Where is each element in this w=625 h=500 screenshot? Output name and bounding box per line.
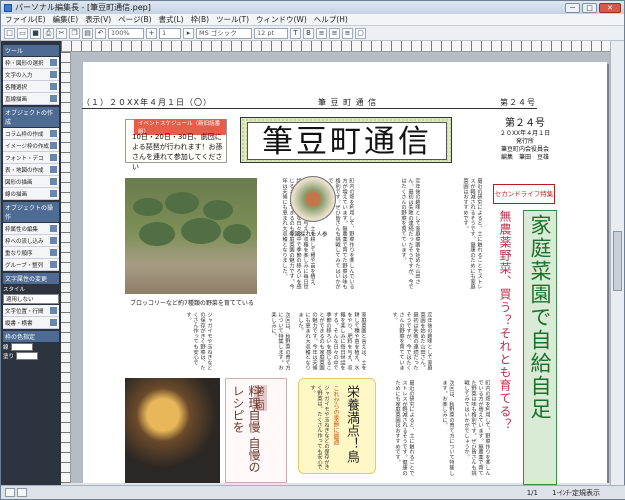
tool-panel: ツール 枠・図形の選択 文字の入力 各種選択 直線描画 オブジェクトの作成 コラ… — [1, 41, 61, 487]
line-icon — [50, 95, 57, 102]
menu-format[interactable]: 書式(L) — [159, 14, 184, 25]
panel-item-line-draw[interactable]: 直線描画 — [3, 93, 59, 105]
menu-window[interactable]: ウィンドウ(W) — [256, 14, 307, 25]
open-folder-icon[interactable]: ▭ — [17, 27, 28, 39]
paste-icon[interactable]: ▤ — [82, 27, 93, 39]
vertical-text-icon — [50, 319, 57, 326]
text-icon — [50, 71, 57, 78]
close-button[interactable]: ✕ — [599, 2, 621, 13]
line-color-swatch — [10, 343, 33, 351]
panel-item-shape[interactable]: 図形の描画 — [3, 176, 59, 188]
panel-item-vertical[interactable]: 縦書・横書 — [3, 317, 59, 329]
frame-icon[interactable]: ▢ — [355, 27, 366, 39]
next-page-button[interactable] — [17, 488, 27, 497]
panel-item-table-map[interactable]: 表・地図の作成 — [3, 164, 59, 176]
column-icon — [50, 130, 57, 137]
menu-file[interactable]: ファイル(E) — [5, 14, 46, 25]
window-title: パーソナル編集長 - [筆豆町通信.pep] — [15, 3, 151, 12]
page-number-field[interactable]: 1 — [159, 27, 181, 39]
print-icon[interactable]: ⎙ — [43, 27, 54, 39]
vertical-ruler — [61, 52, 71, 483]
save-icon[interactable]: ■ — [30, 27, 41, 39]
prev-page-button[interactable] — [5, 488, 15, 497]
table-icon — [50, 166, 57, 173]
menu-help[interactable]: ヘルプ(H) — [314, 14, 348, 25]
font-select[interactable]: MS ゴシック — [196, 27, 252, 39]
menu-view[interactable]: 表示(V) — [85, 14, 111, 25]
multi-select-icon — [50, 83, 57, 90]
group-icon — [50, 261, 57, 268]
style-select[interactable]: 適用しない — [3, 294, 59, 304]
title-bar: パーソナル編集長 - [筆豆町通信.pep] － □ ✕ — [1, 1, 624, 14]
panel-item-group[interactable]: グループ・整列 — [3, 259, 59, 271]
maximize-button[interactable]: □ — [582, 2, 597, 13]
vertical-scrollbar[interactable] — [610, 41, 624, 487]
panel-section-tools: ツール — [3, 45, 59, 56]
panel-item-font-deco[interactable]: フォント・デコ — [3, 152, 59, 164]
menu-bar: ファイル(E) 編集(E) 表示(V) ページ(B) 書式(L) 枠(B) ツー… — [1, 14, 624, 26]
panel-item-multi-select[interactable]: 各種選択 — [3, 81, 59, 93]
align-left-icon[interactable]: ≡ — [316, 27, 327, 39]
panel-section-create: オブジェクトの作成 — [3, 107, 59, 127]
panel-section-operate: オブジェクトの操作 — [3, 202, 59, 222]
ruler-mode: 1-ｲﾝﾁ-定規表示 — [551, 488, 600, 497]
panel-item-select-frame[interactable]: 枠・図形の選択 — [3, 57, 59, 69]
panel-item-text-input[interactable]: 文字の入力 — [3, 69, 59, 81]
shape-icon — [50, 178, 57, 185]
fill-color-swatch: 緑色 — [16, 352, 39, 360]
zoom-select[interactable]: 100% — [108, 27, 144, 39]
flow-icon — [50, 237, 57, 244]
frame-attr-icon — [50, 225, 57, 232]
font-deco-icon — [50, 154, 57, 161]
cut-icon[interactable]: ✂ — [56, 27, 67, 39]
panel-item-column[interactable]: コラム枠の作成 — [3, 128, 59, 140]
horizontal-ruler — [61, 41, 612, 52]
bold-icon[interactable]: B — [303, 27, 314, 39]
panel-item-text-position[interactable]: 文字位置・行間 — [3, 305, 59, 317]
line-draw-icon — [50, 190, 57, 197]
fill-color-row[interactable]: 塗り 緑色 — [3, 352, 59, 360]
undo-icon[interactable]: ↶ — [95, 27, 106, 39]
page-indicator: 1/1 — [526, 488, 538, 497]
panel-item-line[interactable]: 線の描画 — [3, 188, 59, 200]
zoom-in-icon[interactable]: + — [146, 27, 157, 39]
toolbar: □ ▭ ■ ⎙ ✂ ❐ ▤ ↶ 100% + 1 ▸ MS ゴシック 12 pt… — [1, 26, 624, 41]
order-icon — [50, 249, 57, 256]
status-bar: 1/1 1-ｲﾝﾁ-定規表示 — [1, 485, 625, 499]
new-doc-icon[interactable]: □ — [4, 27, 15, 39]
menu-frame[interactable]: 枠(B) — [191, 14, 210, 25]
panel-section-text-attr: 文字属性の変更 — [3, 273, 59, 284]
text-position-icon — [50, 307, 57, 314]
menu-tools[interactable]: ツール(T) — [216, 14, 249, 25]
select-icon — [50, 59, 57, 66]
copy-icon[interactable]: ❐ — [69, 27, 80, 39]
panel-item-image[interactable]: イメージ枠の作成 — [3, 140, 59, 152]
app-window: パーソナル編集長 - [筆豆町通信.pep] － □ ✕ ファイル(E) 編集(… — [0, 0, 625, 500]
image-icon — [50, 142, 57, 149]
font-size-select[interactable]: 12 pt — [254, 27, 288, 39]
line-color-row[interactable]: 線 — [3, 343, 59, 351]
panel-item-frame-attr[interactable]: 枠属性の編集 — [3, 223, 59, 235]
text-icon[interactable]: T — [290, 27, 301, 39]
style-label: スタイル — [3, 287, 26, 293]
scroll-thumb[interactable] — [613, 231, 622, 291]
align-center-icon[interactable]: ≡ — [329, 27, 340, 39]
panel-section-color: 枠の色指定 — [3, 331, 59, 342]
menu-page[interactable]: ページ(B) — [118, 14, 151, 25]
page[interactable] — [83, 62, 607, 483]
app-icon — [4, 3, 12, 12]
document-canvas[interactable] — [71, 52, 612, 483]
page-arrow-icon[interactable]: ▸ — [183, 27, 194, 39]
panel-item-order[interactable]: 重なり順序 — [3, 247, 59, 259]
menu-edit[interactable]: 編集(E) — [53, 14, 79, 25]
minimize-button[interactable]: － — [565, 2, 580, 13]
panel-item-flow[interactable]: 枠への流し込み — [3, 235, 59, 247]
align-right-icon[interactable]: ≡ — [342, 27, 353, 39]
